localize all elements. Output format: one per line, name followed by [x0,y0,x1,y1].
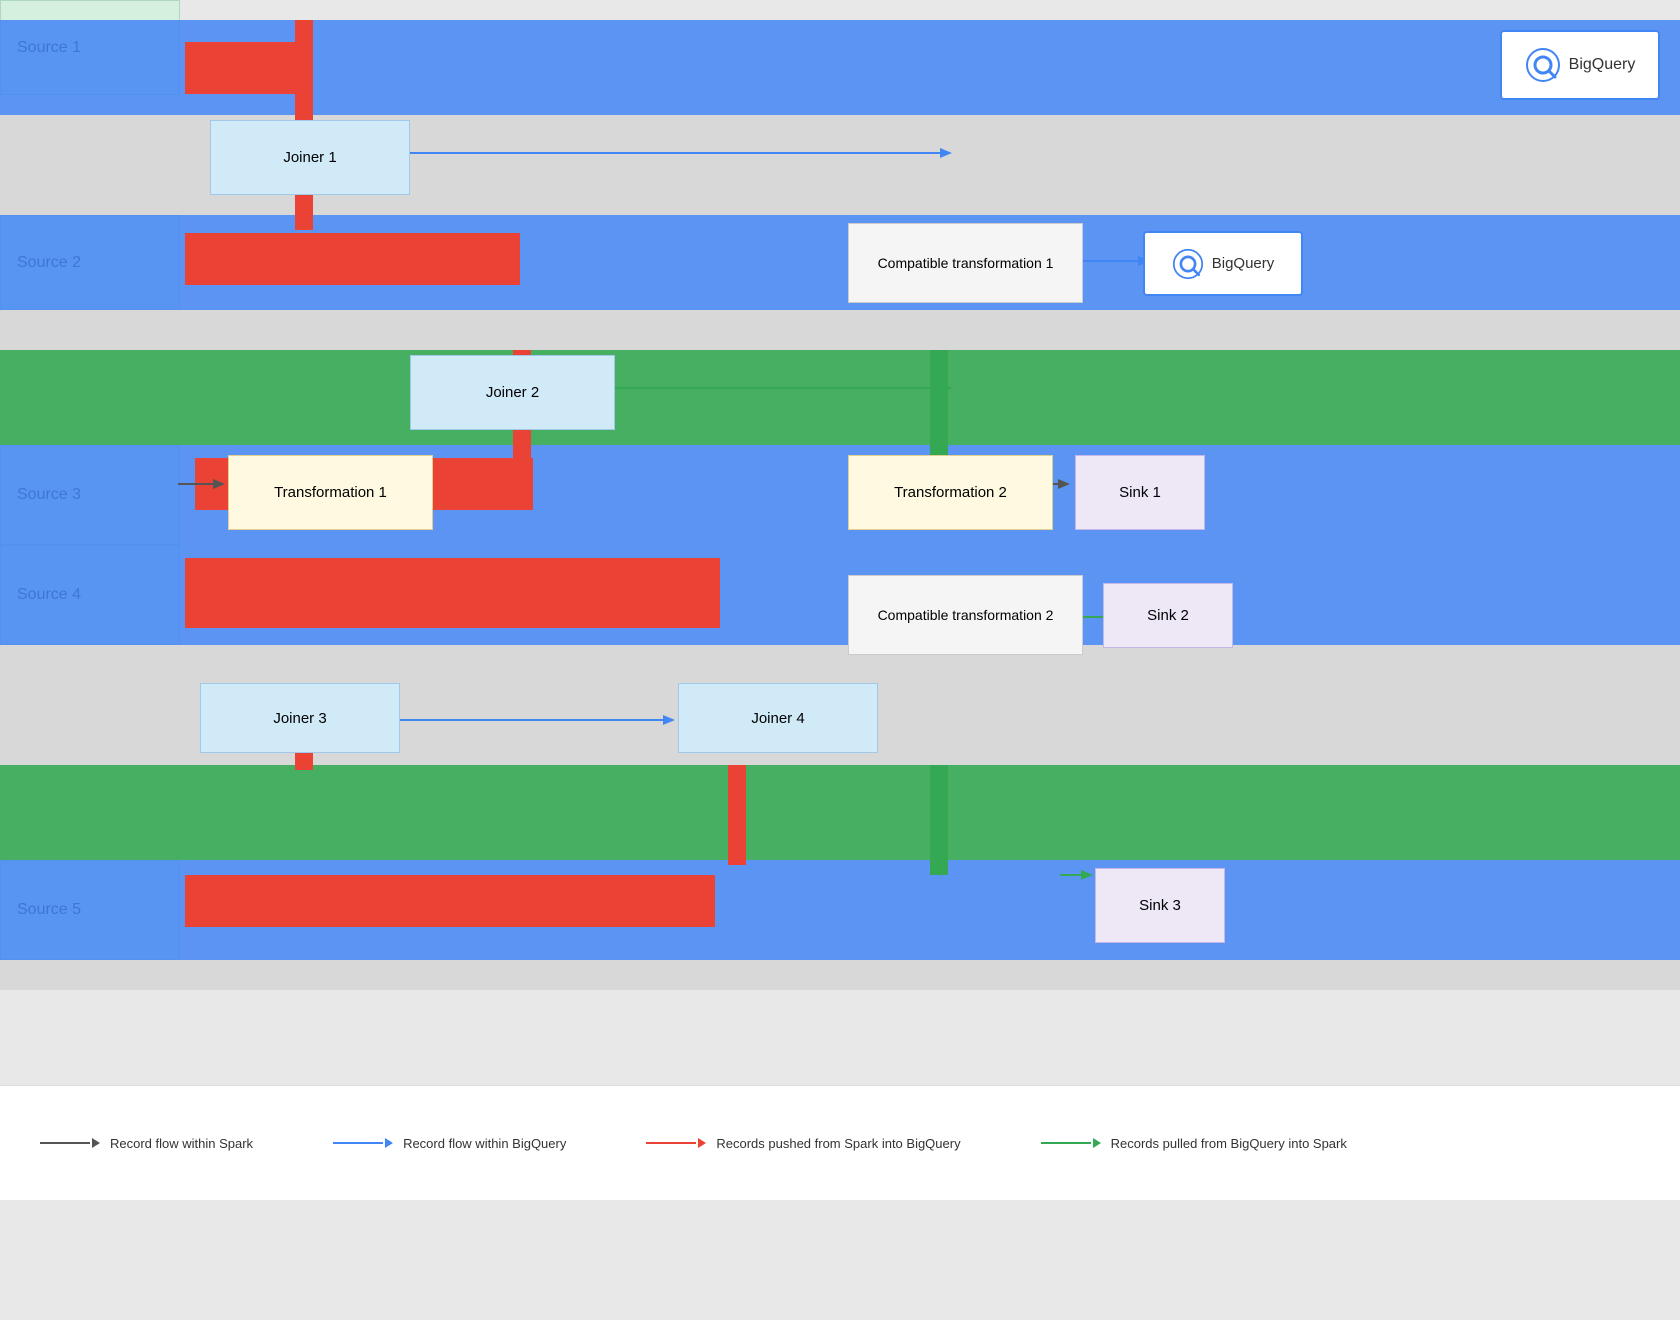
legend-bq-flow: Record flow within BigQuery [333,1136,566,1151]
joiner1-node[interactable]: Joiner 1 [210,120,410,195]
sink3-node[interactable]: Sink 3 [1095,868,1225,943]
legend-pull: Records pulled from BigQuery into Spark [1041,1136,1347,1151]
joiner3-node[interactable]: Joiner 3 [200,683,400,753]
compat-transform2-node[interactable]: Compatible transformation 2 [848,575,1083,655]
bigquery1-node[interactable]: BigQuery [1500,30,1660,100]
joiner4-node[interactable]: Joiner 4 [678,683,878,753]
source5-label: Source 5 [0,860,180,960]
bigquery1-icon [1525,47,1561,83]
legend-spark-flow: Record flow within Spark [40,1136,253,1151]
sink2-node[interactable]: Sink 2 [1103,583,1233,648]
source4-label: Source 4 [0,545,180,645]
bigquery2-node[interactable]: BigQuery [1143,231,1303,296]
legend-push-arrow [646,1138,706,1148]
bigquery2-icon [1172,248,1204,280]
source1-label: Source 1 [0,0,180,95]
joiner2-node[interactable]: Joiner 2 [410,355,615,430]
legend-push: Records pushed from Spark into BigQuery [646,1136,960,1151]
transform1-node[interactable]: Transformation 1 [228,455,433,530]
source2-label: Source 2 [0,215,180,310]
source3-label: Source 3 [0,445,180,545]
sink1-node[interactable]: Sink 1 [1075,455,1205,530]
legend: Record flow within Spark Record flow wit… [0,1085,1680,1200]
transform2-node[interactable]: Transformation 2 [848,455,1053,530]
compat-transform1-node[interactable]: Compatible transformation 1 [848,223,1083,303]
legend-spark-arrow [40,1138,100,1148]
legend-pull-arrow [1041,1138,1101,1148]
diagram-container: Source 1 BigQuery Joiner 1 Source 2 Comp… [0,0,1680,1200]
legend-bq-arrow [333,1138,393,1148]
